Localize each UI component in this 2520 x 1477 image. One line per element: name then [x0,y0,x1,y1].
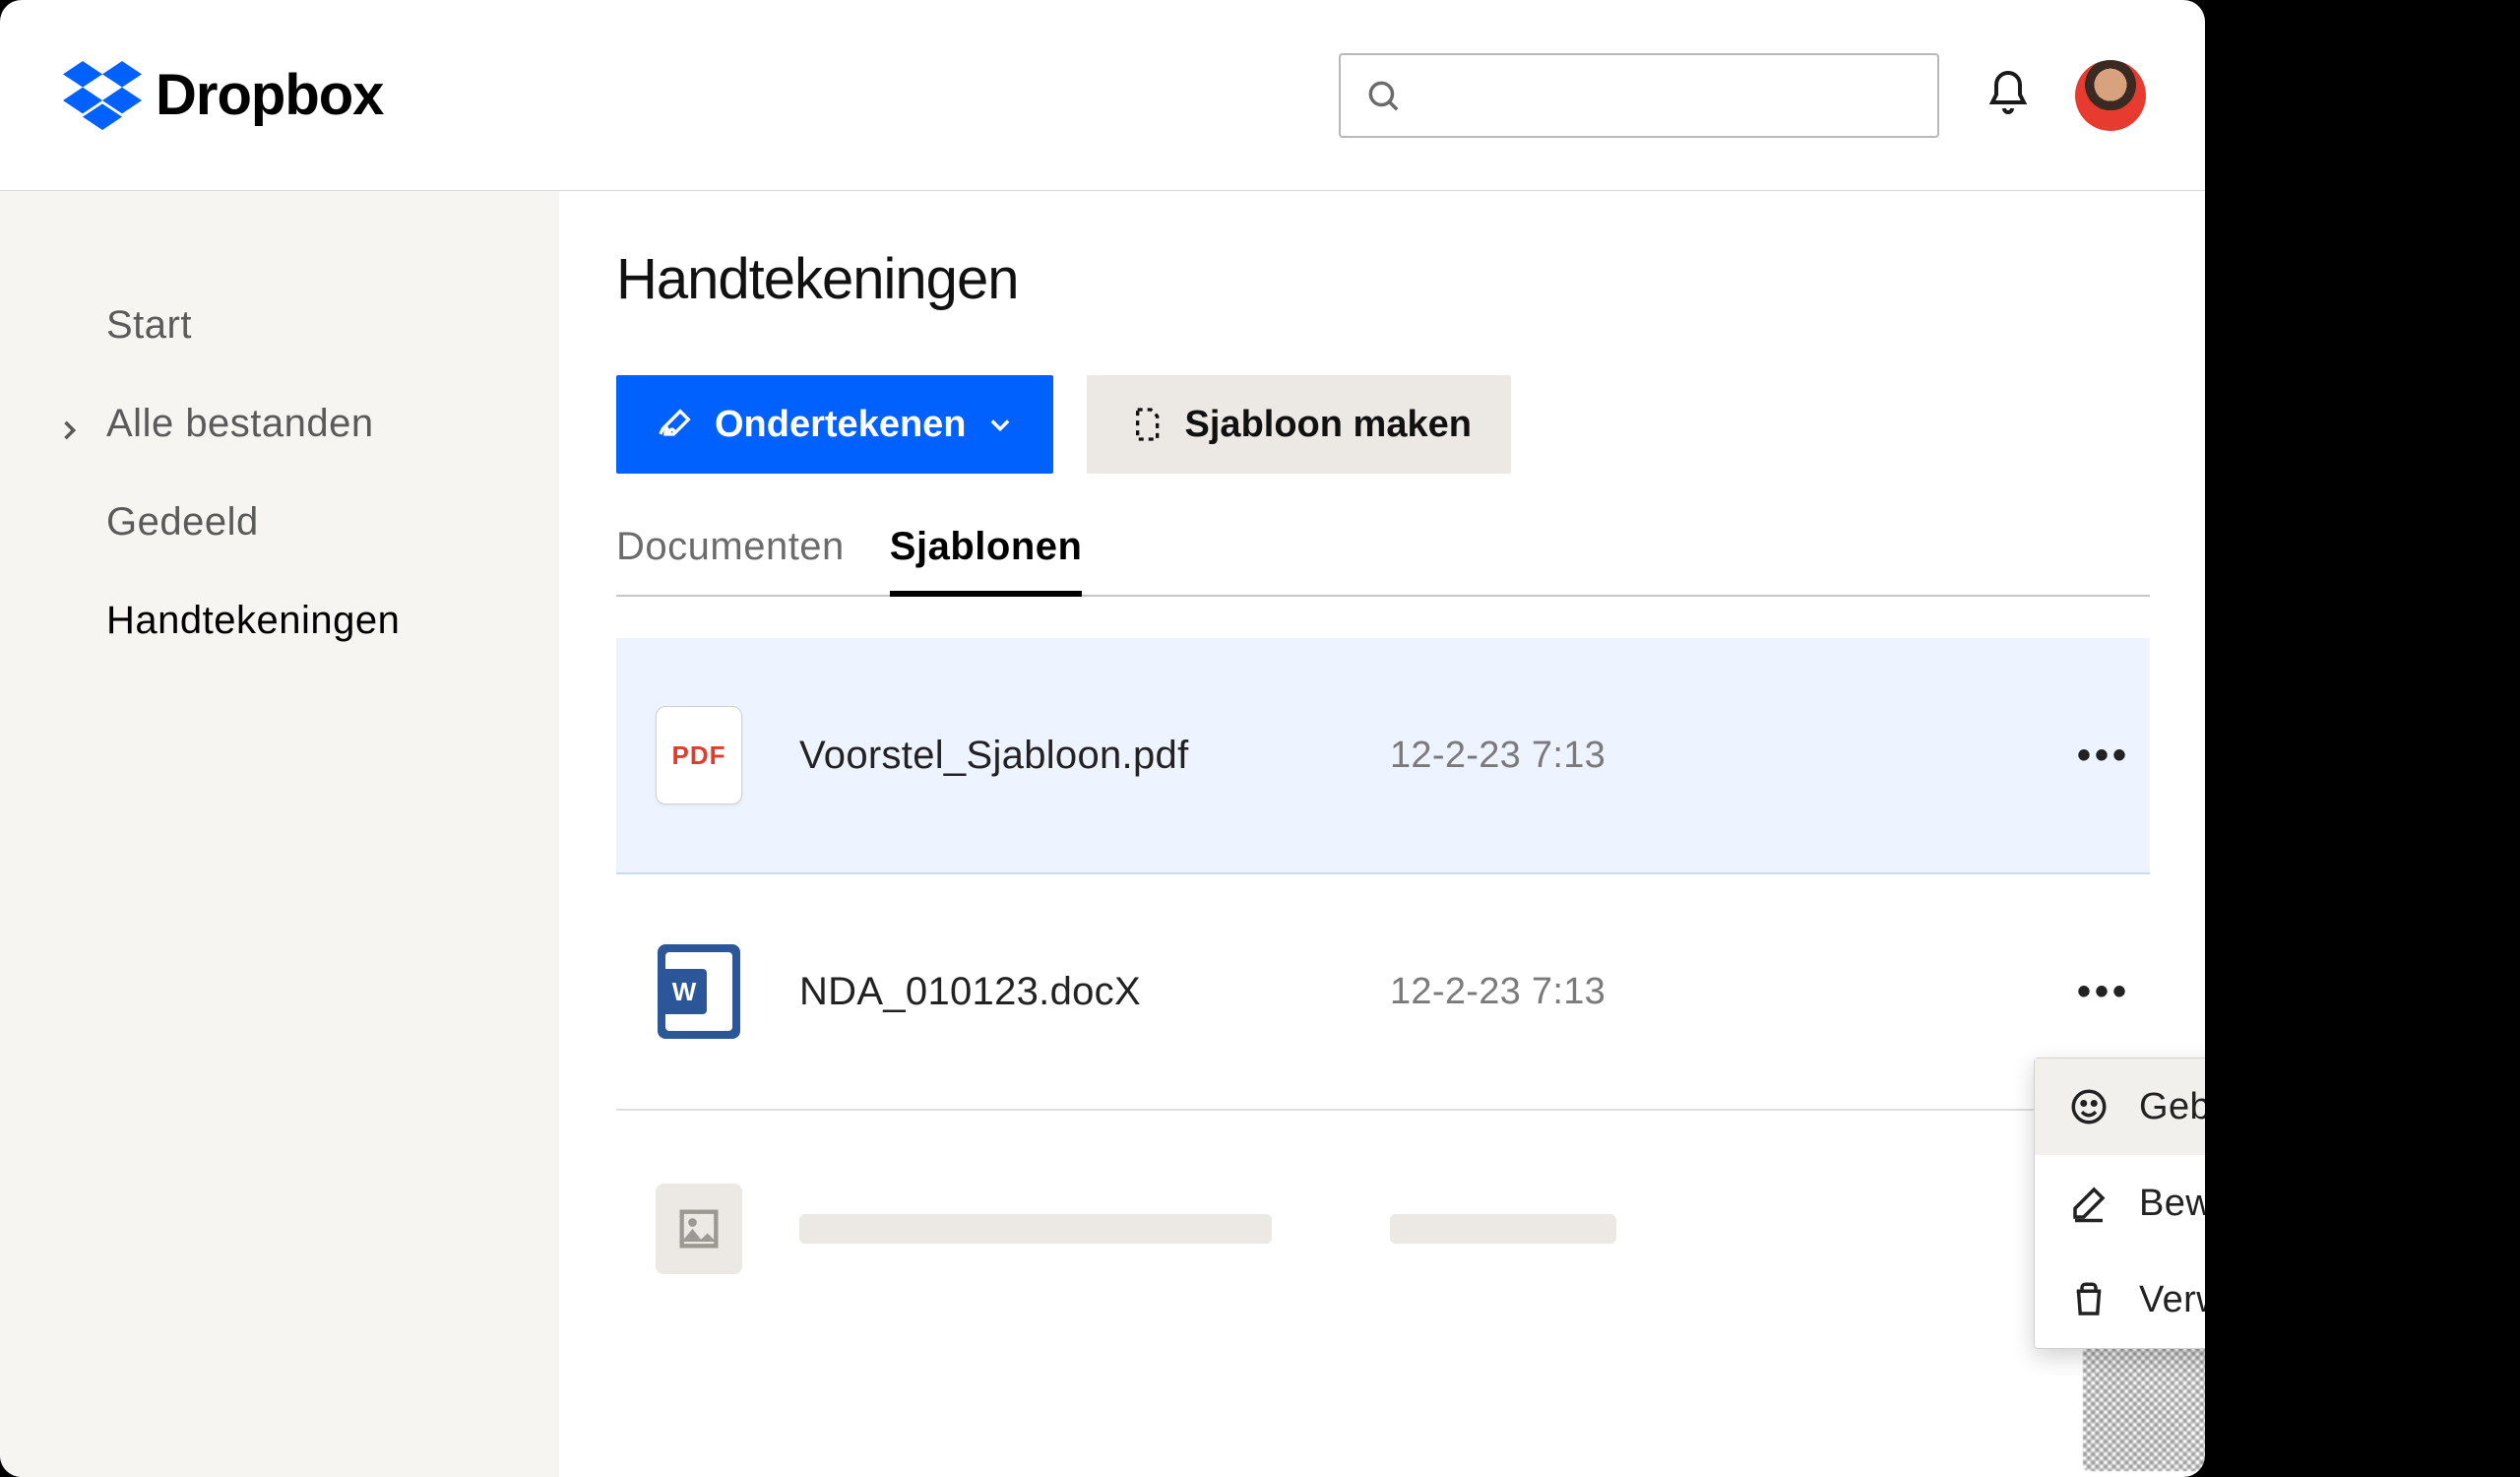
word-icon: W [658,944,740,1039]
sidebar-item-signatures[interactable]: Handtekeningen [0,571,559,670]
menu-item-edit[interactable]: Bewerken [2035,1155,2205,1252]
file-row[interactable]: W NDA_010123.docX 12-2-23 7:13 ••• [616,874,2150,1111]
search-icon [1364,77,1402,114]
pdf-icon: PDF [656,706,742,804]
placeholder [1390,1214,1616,1244]
sidebar-item-shared[interactable]: Gedeeld [0,473,559,571]
tab-templates[interactable]: Sjablonen [890,525,1083,597]
dropbox-icon [63,56,142,135]
notifications-button[interactable] [1984,69,2032,121]
avatar[interactable] [2075,60,2146,131]
file-row[interactable]: PDF Voorstel_Sjabloon.pdf 12-2-23 7:13 •… [616,638,2150,874]
menu-item-label: Bewerken [2139,1183,2205,1225]
app-window: Dropbox Start Alle bestanden [0,0,2205,1477]
tab-label: Sjablonen [890,525,1083,568]
tabs: Documenten Sjablonen [616,525,2150,597]
smile-icon [2068,1086,2110,1127]
sidebar-item-start[interactable]: Start [0,276,559,374]
chevron-right-icon [55,410,83,437]
create-template-button[interactable]: Sjabloon maken [1087,375,1511,474]
file-list: PDF Voorstel_Sjabloon.pdf 12-2-23 7:13 •… [616,638,2150,1347]
menu-item-label: Verwijderen [2139,1279,2205,1321]
sidebar-item-label: Alle bestanden [106,402,374,446]
file-type-icon [656,1180,742,1278]
bell-icon [1984,69,2032,116]
menu-item-use[interactable]: Gebruiken [2035,1059,2205,1155]
row-actions-button[interactable]: ••• [2071,970,2130,1014]
sidebar: Start Alle bestanden Gedeeld Handtekenin… [0,191,559,1477]
chevron-down-icon [986,411,1014,438]
search-input[interactable] [1339,53,1939,138]
brand-logo[interactable]: Dropbox [63,56,383,135]
trash-icon [2068,1279,2110,1320]
tab-label: Documenten [616,525,845,568]
button-label: Ondertekenen [715,404,967,446]
template-file-icon [1126,405,1166,444]
file-type-icon: PDF [656,706,742,804]
file-date: 12-2-23 7:13 [1390,971,1764,1013]
sign-button[interactable]: Ondertekenen [616,375,1053,474]
file-name: Voorstel_Sjabloon.pdf [799,734,1390,778]
menu-item-label: Gebruiken [2139,1086,2205,1128]
placeholder [799,1214,1272,1244]
sidebar-item-label: Gedeeld [106,500,259,545]
file-date: 12-2-23 7:13 [1390,735,1764,777]
row-actions-button[interactable]: ••• [2071,734,2130,778]
edit-icon [2068,1183,2110,1224]
body: Start Alle bestanden Gedeeld Handtekenin… [0,191,2205,1477]
context-menu: Gebruiken Bewerken Verwijderen [2034,1058,2205,1349]
main: Handtekeningen Ondertekenen Sjabloon mak [559,191,2205,1477]
signature-icon [656,405,695,444]
page-title: Handtekeningen [616,246,2150,312]
sidebar-item-all-files[interactable]: Alle bestanden [0,374,559,473]
file-name: NDA_010123.docX [799,970,1390,1014]
sidebar-item-label: Start [106,303,192,348]
brand-wordmark: Dropbox [156,62,383,128]
file-type-icon: W [656,942,742,1041]
menu-item-delete[interactable]: Verwijderen [2035,1252,2205,1348]
sidebar-item-label: Handtekeningen [106,599,400,643]
image-icon [656,1184,742,1274]
tab-documents[interactable]: Documenten [616,525,845,595]
header: Dropbox [0,0,2205,191]
file-row[interactable]: ••• [616,1111,2150,1347]
button-label: Sjabloon maken [1185,404,1472,446]
action-row: Ondertekenen Sjabloon maken [616,375,2150,474]
